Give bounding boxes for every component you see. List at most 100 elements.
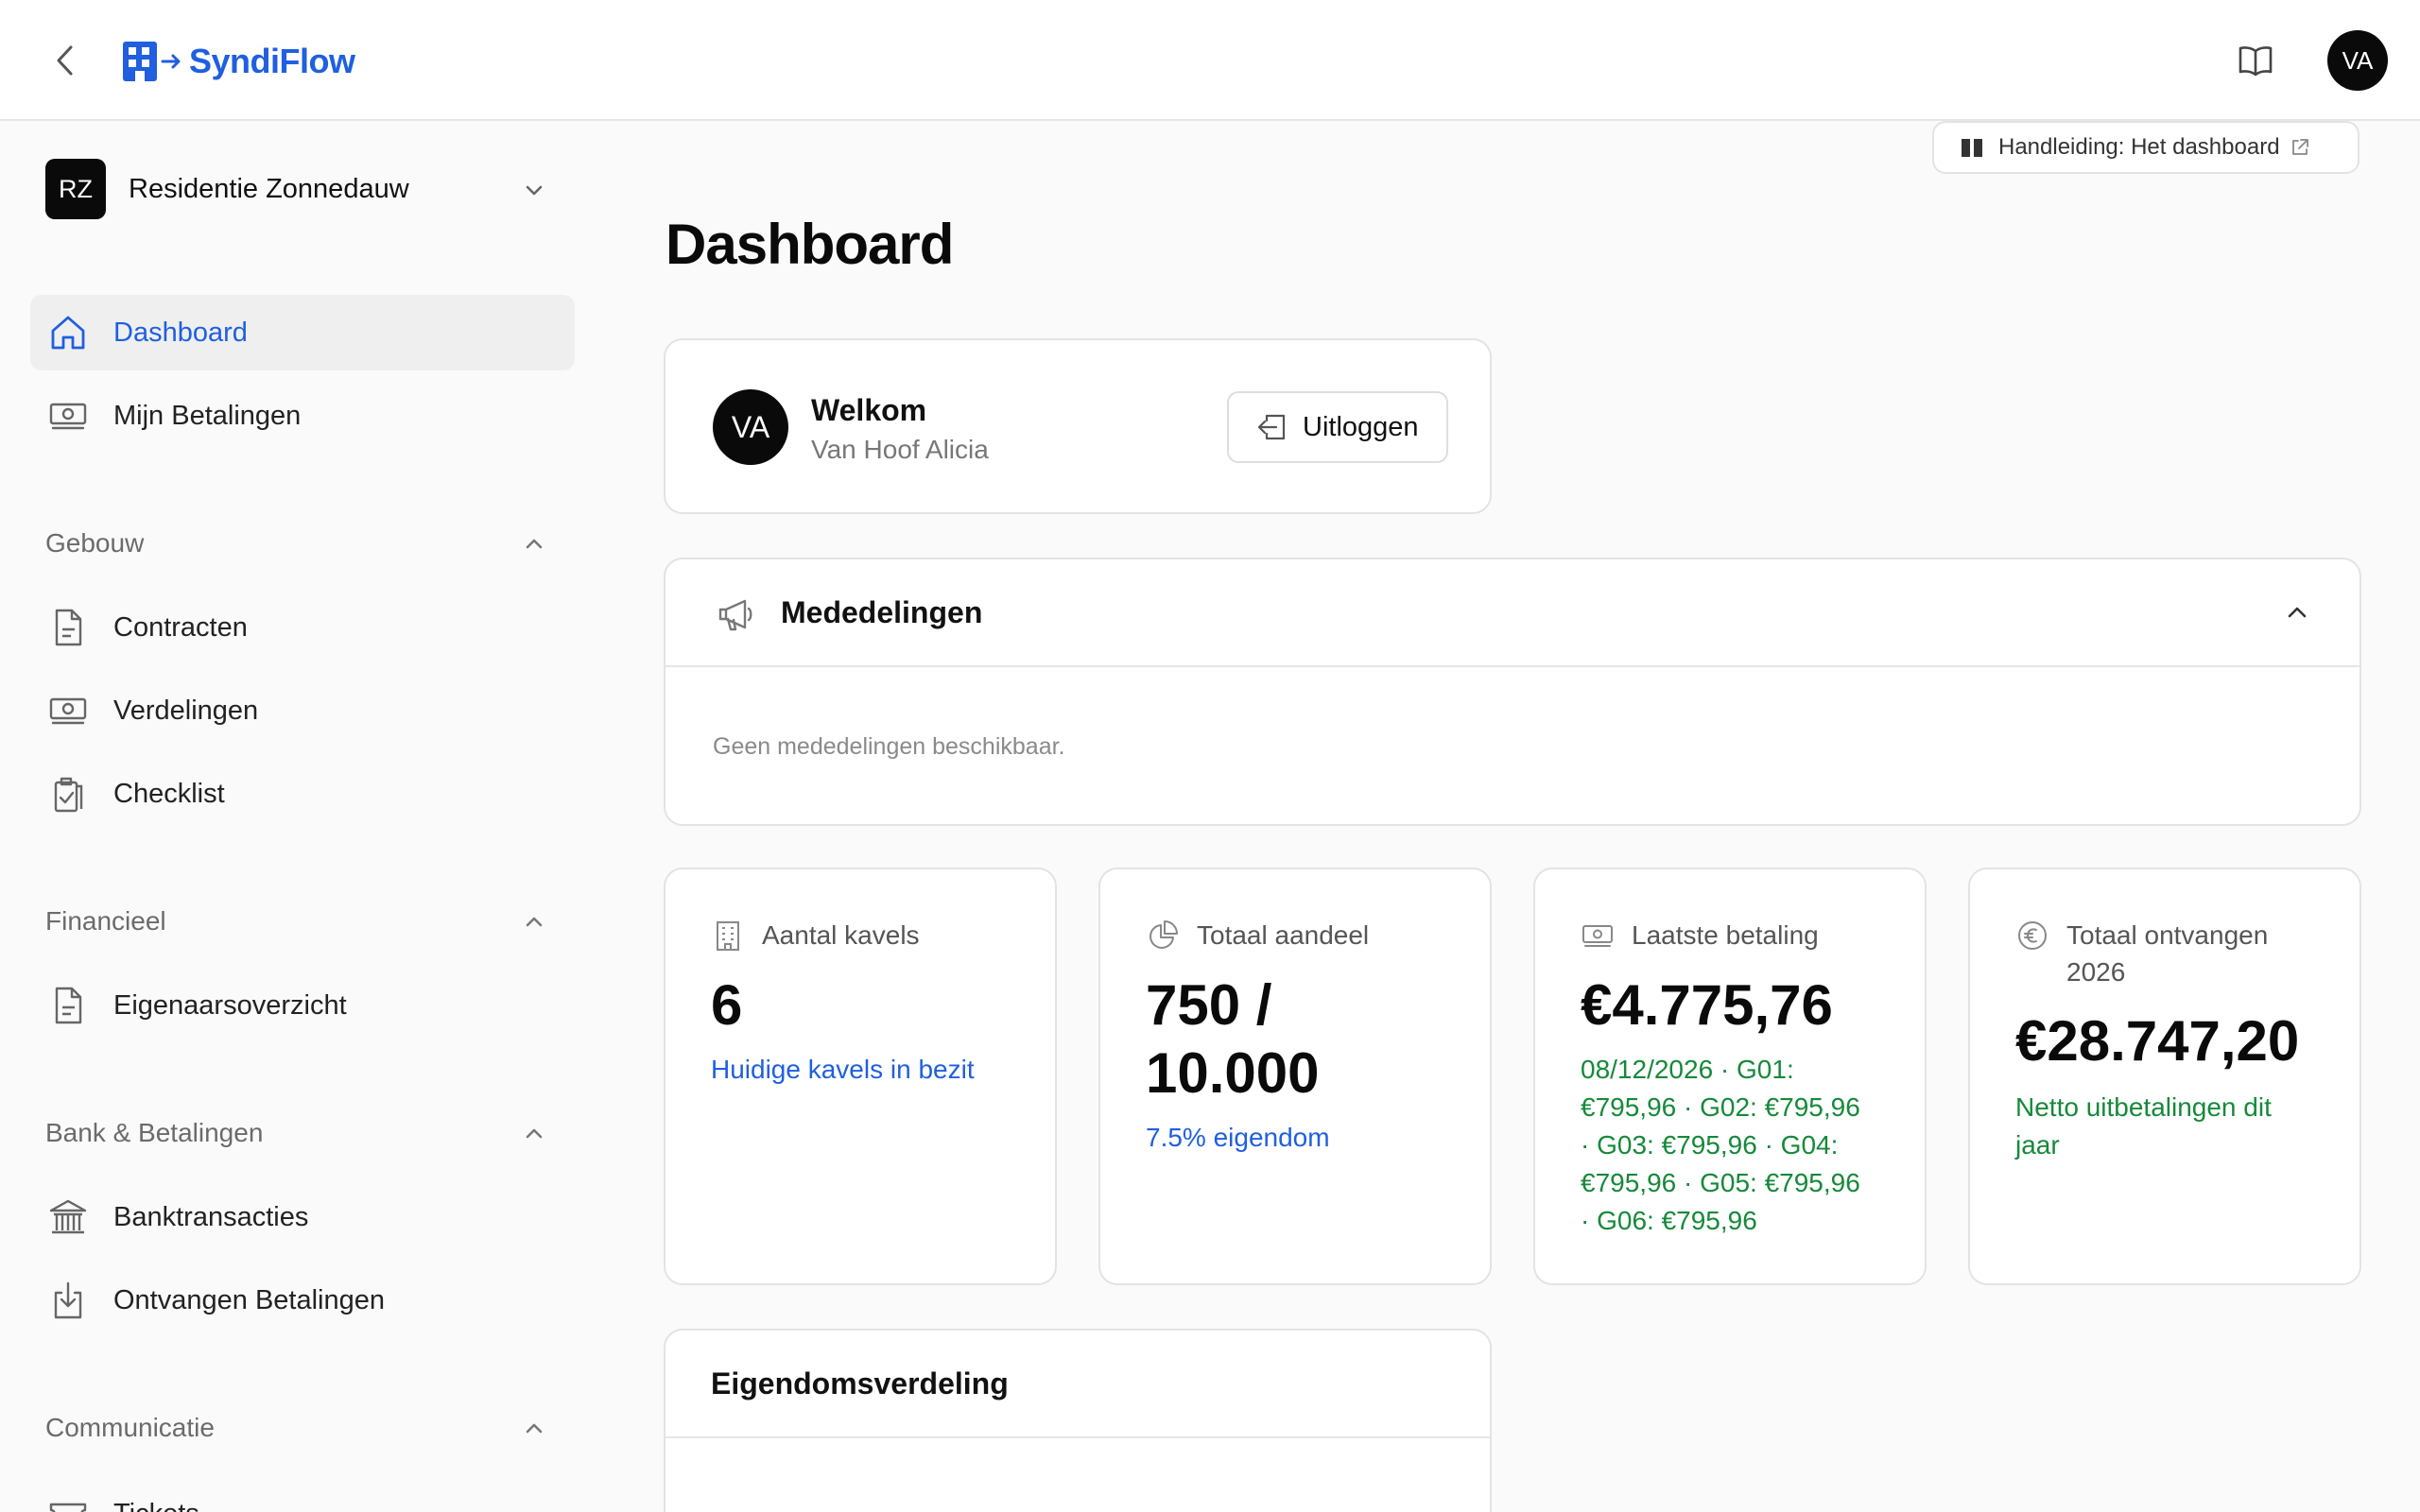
sidebar-item-ontvangen-betalingen[interactable]: Ontvangen Betalingen [30,1263,575,1338]
book-icon [1962,139,1982,157]
page-title: Dashboard [666,213,954,276]
stat-value-line: 10.000 [1146,1041,1320,1105]
ticket-icon [47,1493,89,1512]
sidebar-item-label: Banktransacties [113,1201,309,1232]
chevron-up-icon [526,539,543,549]
home-icon [47,312,89,353]
book-open-icon [2238,46,2273,77]
chevron-up-icon [526,917,543,927]
stat-value: 750 / 10.000 [1146,971,1320,1108]
stat-label: Totaal aandeel [1197,920,1370,950]
document-icon [47,607,89,648]
stat-subtext-line: jaar [2015,1130,2060,1160]
money-icon [47,690,89,731]
section-gebouw[interactable]: Gebouw [45,524,560,562]
announcements-card: Mededelingen Geen mededelingen beschikba… [664,558,2361,826]
stat-label-line: 2026 [2066,957,2126,987]
document-icon [47,985,89,1026]
section-label: Bank & Betalingen [45,1118,264,1147]
stat-value: €4.775,76 [1581,973,1833,1037]
chevron-up-icon [2288,607,2307,618]
stat-subtext: 08/12/2026 · G01: €795,96 · G02: €795,96… [1581,1051,1860,1240]
stat-label: Aantal kavels [762,920,920,950]
bank-icon [47,1196,89,1238]
section-financieel[interactable]: Financieel [45,902,560,940]
back-button[interactable] [47,42,85,79]
chevron-up-icon [526,1128,543,1139]
stat-subtext: Huidige kavels in bezit [711,1055,975,1084]
stat-subtext-line: · G03: €795,96 · G04: [1581,1130,1839,1160]
stat-value: 6 [711,973,743,1037]
stat-card-aandeel: Totaal aandeel 750 / 10.000 7.5% eigendo… [1098,868,1492,1285]
logo-text: SyndiFlow [189,42,355,80]
section-label: Communicatie [45,1413,215,1442]
stat-label: Totaal ontvangen 2026 [2066,917,2268,990]
stat-subtext-line: €795,96 · G05: €795,96 [1581,1168,1860,1197]
sidebar-item-label: Mijn Betalingen [113,400,302,431]
stat-subtext-line: Netto uitbetalingen dit [2015,1092,2272,1122]
org-avatar: RZ [45,159,106,219]
ownership-title: Eigendomsverdeling [711,1366,1009,1400]
welcome-card: VA Welkom Van Hoof Alicia Uitloggen [664,338,1492,514]
logout-label: Uitloggen [1303,411,1419,442]
logo-building-icon [123,42,181,81]
clipboard-check-icon [47,773,89,815]
section-label: Gebouw [45,528,145,558]
stat-card-totaal-ontvangen: Totaal ontvangen 2026 €28.747,20 Netto u… [1968,868,2361,1285]
stat-card-laatste-betaling: Laatste betaling €4.775,76 08/12/2026 · … [1533,868,1927,1285]
megaphone-icon [718,599,752,631]
logout-icon [1257,414,1286,440]
manual-link-label: Handleiding: Het dashboard [1998,134,2280,160]
sidebar-item-checklist[interactable]: Checklist [30,756,575,832]
org-name: Residentie Zonnedauw [129,173,409,204]
ownership-header: Eigendomsverdeling [666,1331,1490,1438]
pie-chart-icon [1146,919,1180,953]
org-switcher[interactable]: RZ Residentie Zonnedauw [45,159,560,219]
stat-subtext-line: €795,96 · G02: €795,96 [1581,1092,1860,1122]
sidebar-item-banktransacties[interactable]: Banktransacties [30,1179,575,1255]
stat-subtext: 7.5% eigendom [1146,1123,1330,1152]
section-label: Financieel [45,906,166,936]
chevron-up-icon [526,1423,543,1434]
section-communicatie[interactable]: Communicatie [45,1409,560,1447]
sidebar-item-eigenaarsoverzicht[interactable]: Eigenaarsoverzicht [30,968,575,1043]
manual-link[interactable]: Handleiding: Het dashboard [1932,121,2360,174]
stat-label-line: Totaal ontvangen [2066,920,2269,950]
sidebar-item-label: Verdelingen [113,695,259,726]
logo[interactable]: SyndiFlow [123,40,355,83]
money-icon [1581,919,1615,953]
manual-button[interactable] [2237,42,2274,79]
stat-subtext: Netto uitbetalingen dit jaar [2015,1089,2272,1164]
stat-label: Laatste betaling [1632,920,1819,950]
stat-card-kavels: Aantal kavels 6 Huidige kavels in bezit [664,868,1057,1285]
announcements-empty-text: Geen mededelingen beschikbaar. [713,733,1065,760]
logout-button[interactable]: Uitloggen [1227,391,1448,463]
chevron-left-icon [57,45,73,76]
sidebar-item-label: Dashboard [113,317,248,348]
stat-value-line: 750 / [1146,973,1272,1037]
stat-subtext-line: 08/12/2026 · G01: [1581,1055,1794,1084]
announcements-header[interactable]: Mededelingen [666,559,2360,667]
money-icon [47,395,89,437]
announcements-title: Mededelingen [781,595,983,629]
top-bar: SyndiFlow VA [0,0,2420,121]
sidebar-item-dashboard[interactable]: Dashboard [30,295,575,370]
sidebar-item-contracten[interactable]: Contracten [30,590,575,665]
sidebar-item-verdelingen[interactable]: Verdelingen [30,673,575,748]
sidebar-item-label: Contracten [113,611,248,643]
user-name: Van Hoof Alicia [811,435,989,464]
building-icon [711,919,745,953]
avatar: VA [713,389,788,465]
welcome-title: Welkom [811,393,927,427]
sidebar-item-label: Tickets [113,1499,199,1512]
euro-icon [2015,919,2049,953]
stat-value: €28.747,20 [2015,1009,2300,1073]
user-avatar[interactable]: VA [2327,30,2388,91]
sidebar-item-mijn-betalingen[interactable]: Mijn Betalingen [30,378,575,454]
external-link-icon [2291,139,2308,155]
section-bank-betalingen[interactable]: Bank & Betalingen [45,1114,560,1152]
download-icon [47,1280,89,1321]
sidebar-item-tickets[interactable]: Tickets [30,1476,575,1512]
ownership-card: Eigendomsverdeling [664,1329,1492,1512]
sidebar: RZ Residentie Zonnedauw Dashboard Mijn B… [0,123,605,1512]
